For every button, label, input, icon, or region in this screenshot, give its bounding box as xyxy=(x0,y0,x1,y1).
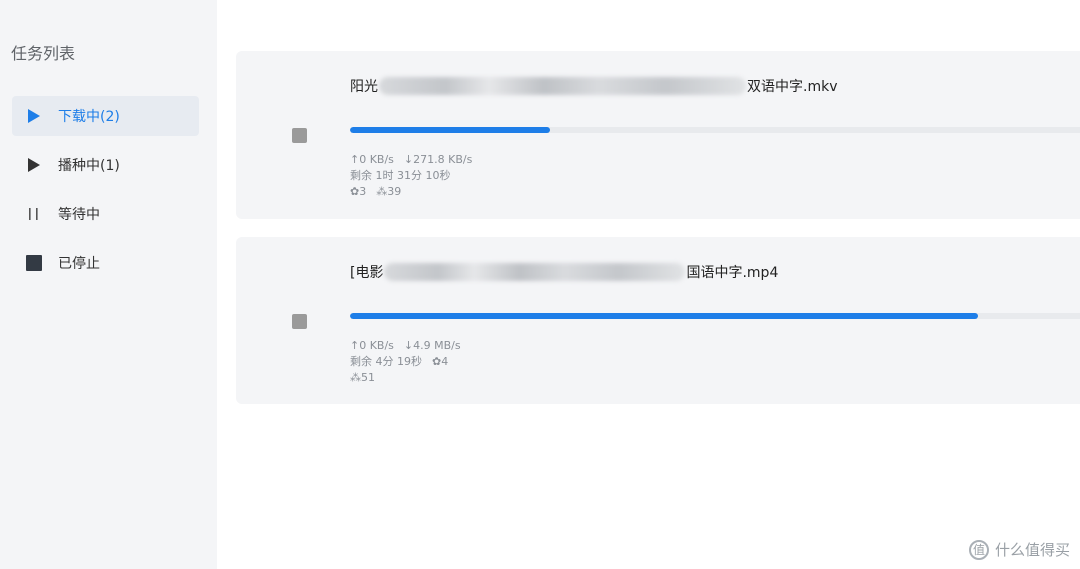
download-speed: ↓271.8 KB/s xyxy=(403,153,473,166)
seeds-count: ✿3 xyxy=(350,185,367,198)
task-stats: ↑0 KB/s ↓4.9 MB/s 剩余 4分 19秒 ✿4 ⁂51 xyxy=(350,338,461,386)
upload-speed: ↑0 KB/s xyxy=(350,339,394,352)
task-name: 阳光 双语中字.mkv xyxy=(350,76,837,96)
sidebar-item-seeding[interactable]: 播种中(1) xyxy=(12,145,199,185)
remaining-time: 剩余 1时 31分 10秒 xyxy=(350,169,451,182)
pause-icon xyxy=(25,205,43,223)
peers-count: ⁂51 xyxy=(350,371,375,384)
seeds-count: ✿4 xyxy=(432,355,449,368)
progress-bar xyxy=(350,127,1080,133)
task-card[interactable]: [电影 国语中字.mp4 ↑0 KB/s ↓4.9 MB/s 剩余 4分 19秒 ✿… xyxy=(236,237,1080,404)
sidebar-item-label: 播种中(1) xyxy=(58,158,120,174)
stop-task-button[interactable] xyxy=(292,314,307,329)
task-name-prefix: [电影 xyxy=(350,265,384,281)
sidebar: 任务列表 下载中(2) 播种中(1) 等待中 已停止 xyxy=(0,0,217,569)
upload-speed: ↑0 KB/s xyxy=(350,153,394,166)
sidebar-item-stopped[interactable]: 已停止 xyxy=(12,243,199,283)
redacted-text-blur xyxy=(384,263,686,281)
play-icon xyxy=(25,156,43,174)
task-stats: ↑0 KB/s ↓271.8 KB/s 剩余 1时 31分 10秒 ✿3 ⁂39 xyxy=(350,152,472,200)
task-name-prefix: 阳光 xyxy=(350,79,378,95)
play-icon xyxy=(25,107,43,125)
sidebar-item-downloading[interactable]: 下载中(2) xyxy=(12,96,199,136)
download-speed: ↓4.9 MB/s xyxy=(403,339,461,352)
task-nav: 下载中(2) 播种中(1) 等待中 已停止 xyxy=(12,96,199,292)
peers-count: ⁂39 xyxy=(376,185,402,198)
task-name-suffix: 双语中字.mkv xyxy=(747,79,838,95)
task-name: [电影 国语中字.mp4 xyxy=(350,262,778,282)
sidebar-item-label: 已停止 xyxy=(58,256,100,272)
watermark-text: 什么值得买 xyxy=(994,541,1070,559)
stop-square-icon xyxy=(25,254,43,272)
app-window: 任务列表 下载中(2) 播种中(1) 等待中 已停止 阳光 双语中字.mkv ↑… xyxy=(0,0,1080,569)
task-name-suffix: 国语中字.mp4 xyxy=(686,265,779,281)
task-card[interactable]: 阳光 双语中字.mkv ↑0 KB/s ↓271.8 KB/s 剩余 1时 31分… xyxy=(236,51,1080,219)
stop-task-button[interactable] xyxy=(292,128,307,143)
watermark-logo-icon: 值 xyxy=(968,539,989,560)
sidebar-item-label: 等待中 xyxy=(58,207,100,223)
sidebar-item-waiting[interactable]: 等待中 xyxy=(12,194,199,234)
progress-fill xyxy=(350,313,979,319)
remaining-time: 剩余 4分 19秒 xyxy=(350,355,422,368)
sidebar-title: 任务列表 xyxy=(11,44,76,63)
progress-bar xyxy=(350,313,1080,319)
progress-fill xyxy=(350,127,550,133)
redacted-text-blur xyxy=(379,77,746,95)
sidebar-item-label: 下载中(2) xyxy=(58,109,120,125)
task-list: 阳光 双语中字.mkv ↑0 KB/s ↓271.8 KB/s 剩余 1时 31分… xyxy=(217,0,1080,569)
watermark: 值 什么值得买 xyxy=(968,539,1070,560)
